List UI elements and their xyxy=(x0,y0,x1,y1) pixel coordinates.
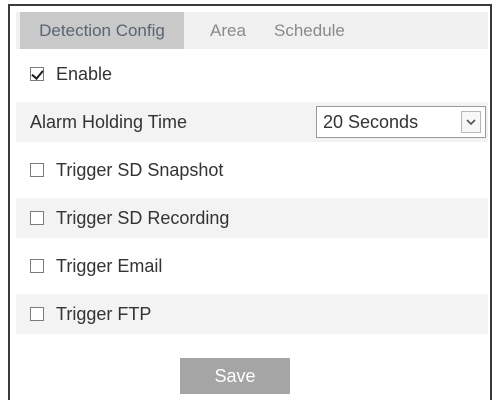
tab-detection-config[interactable]: Detection Config xyxy=(20,12,184,49)
detection-config-panel: Detection Config Area Schedule Enable Al… xyxy=(8,4,492,400)
enable-row: Enable xyxy=(16,54,488,94)
trigger-email-label: Trigger Email xyxy=(56,255,163,276)
enable-label: Enable xyxy=(56,63,113,84)
trigger-email-row: Trigger Email xyxy=(16,246,488,286)
tab-schedule[interactable]: Schedule xyxy=(274,12,345,49)
trigger-sd-snapshot-checkbox[interactable] xyxy=(30,163,44,177)
trigger-email-checkbox[interactable] xyxy=(30,259,44,273)
trigger-sd-recording-checkbox[interactable] xyxy=(30,211,44,225)
trigger-ftp-label: Trigger FTP xyxy=(56,303,152,324)
trigger-sd-snapshot-row: Trigger SD Snapshot xyxy=(16,150,488,190)
trigger-sd-snapshot-label: Trigger SD Snapshot xyxy=(56,159,224,180)
trigger-sd-recording-row: Trigger SD Recording xyxy=(16,198,488,238)
alarm-holding-row: Alarm Holding Time 20 Seconds xyxy=(16,102,488,142)
save-button[interactable]: Save xyxy=(180,358,290,394)
tab-bar: Detection Config Area Schedule xyxy=(16,12,488,49)
trigger-ftp-row: Trigger FTP xyxy=(16,294,488,334)
alarm-holding-label: Alarm Holding Time xyxy=(30,111,188,132)
chevron-down-icon xyxy=(461,111,481,133)
trigger-ftp-checkbox[interactable] xyxy=(30,307,44,321)
enable-checkbox[interactable] xyxy=(30,67,44,81)
trigger-sd-recording-label: Trigger SD Recording xyxy=(56,207,230,228)
alarm-holding-select[interactable]: 20 Seconds xyxy=(316,106,486,138)
alarm-holding-value: 20 Seconds xyxy=(323,111,419,132)
tab-area[interactable]: Area xyxy=(210,12,246,49)
